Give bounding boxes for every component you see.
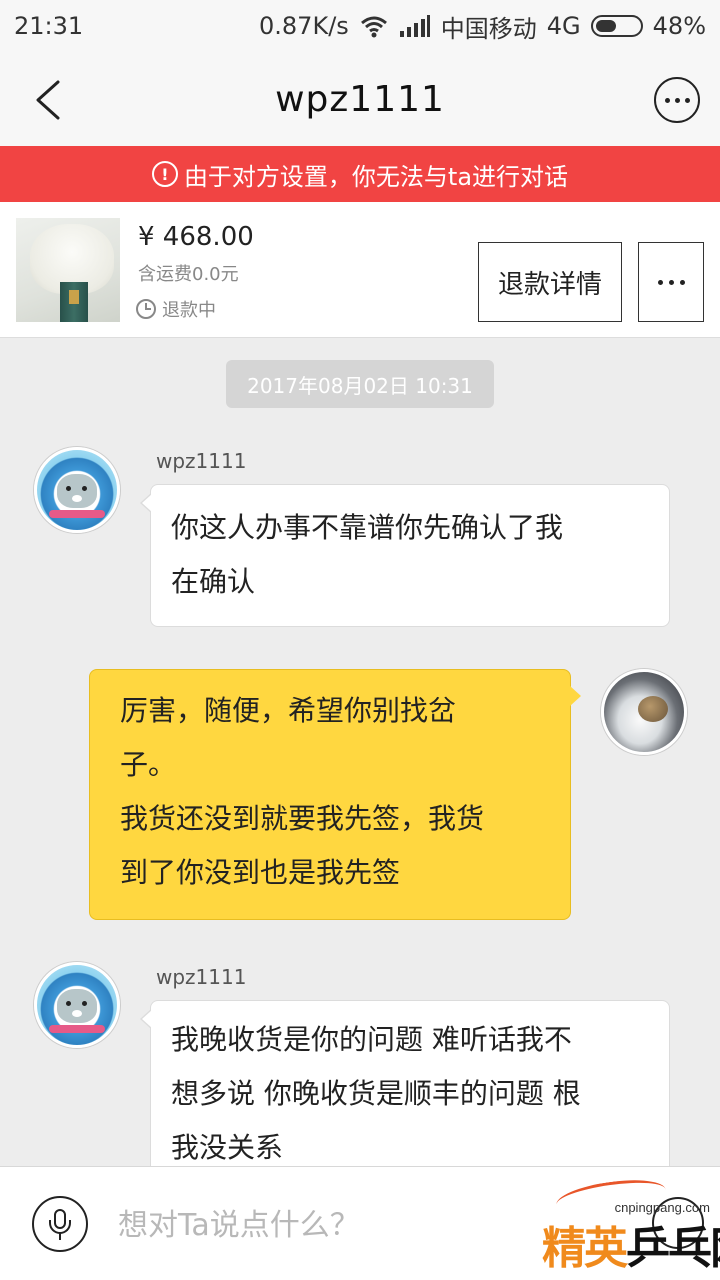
more-dot [668,279,674,285]
alert-text: 由于对方设置，你无法与ta进行对话 [183,162,569,191]
message-line: 想多说 你晚收货是顺丰的问题 根 [171,1077,581,1110]
message-line: 我晚收货是你的问题 难听话我不 [171,1023,572,1056]
mic-stem [59,1233,61,1240]
wifi-icon [360,16,387,38]
avatar-kitten [638,696,668,722]
mic-arc [49,1220,71,1234]
carrier: 中国移动 [440,14,537,43]
more-dot [664,97,670,103]
paddle-handle [60,282,88,322]
mic-icon[interactable] [32,1196,88,1252]
battery-icon [590,15,643,37]
avatar-face [57,474,97,508]
status-bar: 21:31 0.87K/s 中国移动 4G 48% [0,0,720,52]
contact-avatar[interactable] [34,447,120,533]
message-line: 你这人办事不靠谱你先确认了我 [171,511,564,544]
order-status: 退款中 [136,296,216,322]
more-options-button[interactable] [654,77,700,123]
message-line: 到了你没到也是我先签 [120,856,401,889]
page-title: wpz1111 [275,78,445,120]
product-image[interactable] [16,218,120,322]
status-right: 0.87K/s 中国移动 4G 48% [259,9,706,44]
message-line: 我货还没到就要我先签，我货 [120,802,485,835]
nav-bar: wpz1111 [0,52,720,146]
order-status-text: 退款中 [162,300,216,321]
clock-icon [136,299,156,319]
order-card: ¥ 468.00 含运费0.0元 退款中 退款详情 [0,202,720,338]
chat-disabled-banner: ! 由于对方设置，你无法与ta进行对话 [0,146,720,202]
my-avatar[interactable] [601,669,687,755]
chat-timestamp: 2017年08月02日 10:31 [226,360,494,408]
battery-percent: 48% [652,12,706,40]
more-dot [657,279,663,285]
avatar-band [49,1025,105,1033]
net-speed: 0.87K/s [259,12,349,40]
sender-name: wpz1111 [156,965,247,989]
order-more-button[interactable] [638,242,704,322]
status-time: 21:31 [14,12,84,40]
sender-name: wpz1111 [156,449,247,473]
contact-avatar[interactable] [34,962,120,1048]
input-bar [0,1166,720,1280]
message-bubble-incoming[interactable]: 你这人办事不靠谱你先确认了我 在确认 [140,484,670,627]
more-dot [679,279,685,285]
message-line: 在确认 [171,565,256,598]
message-input[interactable] [118,1197,538,1253]
signal-icon [399,15,430,37]
avatar-band [49,510,105,518]
message-line: 子。 [120,748,177,781]
emoji-icon[interactable] [652,1197,704,1249]
avatar-face [57,989,97,1023]
order-shipping: 含运费0.0元 [138,264,239,285]
message-bubble-outgoing[interactable]: 厉害，随便，希望你别找岔 子。 我货还没到就要我先签，我货 到了你没到也是我先签 [89,669,581,920]
refund-details-button[interactable]: 退款详情 [478,242,622,322]
alert-icon: ! [151,161,178,187]
back-arrow-icon[interactable] [30,78,70,122]
battery-fill [595,20,616,32]
more-dot [684,97,690,103]
message-bubble-incoming[interactable]: 我晚收货是你的问题 难听话我不 想多说 你晚收货是顺丰的问题 根 我没关系 [140,1000,670,1180]
order-price: ¥ 468.00 [138,222,254,252]
more-dot [674,97,680,103]
network-type: 4G [546,12,581,40]
message-line: 厉害，随便，希望你别找岔 [120,694,457,727]
